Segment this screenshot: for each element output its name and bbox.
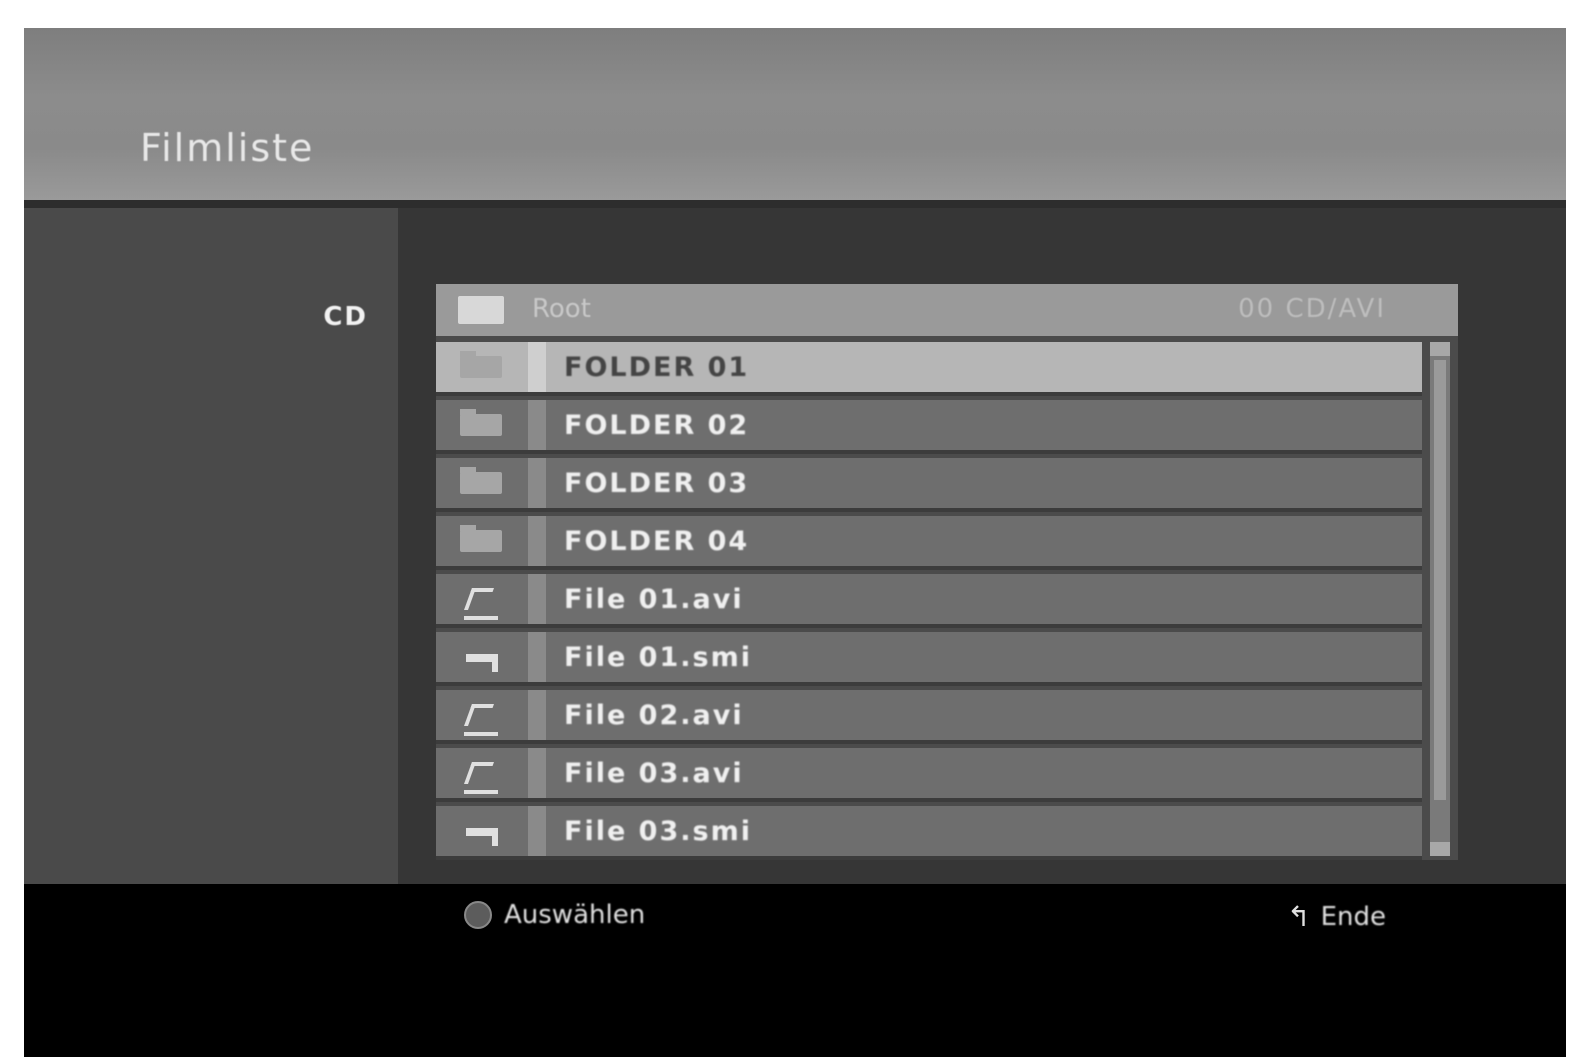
root-label: Root — [532, 294, 591, 324]
list-item[interactable]: File 03.smi — [436, 806, 1422, 860]
exit-hint: ↰ Ende — [1287, 900, 1386, 933]
item-name: File 03.avi — [564, 758, 744, 789]
item-name: FOLDER 03 — [564, 468, 750, 499]
item-name: File 02.avi — [564, 700, 744, 731]
scroll-thumb[interactable] — [1434, 360, 1446, 800]
folder-icon — [460, 409, 502, 436]
row-marker — [528, 400, 546, 450]
file-list-screen: Filmliste CD Root 00 CD/AVI FOLDER 01 FO… — [24, 28, 1566, 1057]
subtitle-file-icon — [466, 654, 498, 672]
return-icon: ↰ — [1287, 900, 1311, 933]
enter-button-icon — [464, 901, 492, 929]
movie-file-icon — [464, 760, 498, 794]
scroll-down-arrow[interactable] — [1430, 842, 1450, 856]
list-item[interactable]: File 03.avi — [436, 748, 1422, 802]
footer-hints: Auswählen ↰ Ende — [24, 884, 1566, 1057]
row-marker — [528, 516, 546, 566]
list-header-root[interactable]: Root 00 CD/AVI — [436, 284, 1458, 336]
row-marker — [528, 748, 546, 798]
list-item[interactable]: File 01.smi — [436, 632, 1422, 686]
item-name: File 01.avi — [564, 584, 744, 615]
list-item[interactable]: FOLDER 01 — [436, 342, 1422, 396]
row-marker — [528, 806, 546, 856]
list-item[interactable]: File 01.avi — [436, 574, 1422, 628]
select-hint-label: Auswählen — [504, 900, 646, 930]
item-name: FOLDER 02 — [564, 410, 750, 441]
header-divider — [24, 200, 1566, 208]
item-name: FOLDER 04 — [564, 526, 750, 557]
folder-icon — [460, 351, 502, 378]
row-marker — [528, 632, 546, 682]
list-item[interactable]: FOLDER 04 — [436, 516, 1422, 570]
subtitle-file-icon — [466, 828, 498, 846]
root-folder-icon — [458, 296, 504, 324]
folder-icon — [460, 525, 502, 552]
movie-file-icon — [464, 586, 498, 620]
disc-info: 00 CD/AVI — [1238, 294, 1386, 324]
list-scrollbar[interactable] — [1430, 342, 1450, 856]
row-marker — [528, 458, 546, 508]
sidebar: CD — [24, 208, 398, 884]
page-title: Filmliste — [140, 126, 315, 170]
list-item[interactable]: FOLDER 02 — [436, 400, 1422, 454]
row-marker — [528, 342, 546, 392]
source-label: CD — [323, 302, 368, 332]
movie-file-icon — [464, 702, 498, 736]
list-item[interactable]: FOLDER 03 — [436, 458, 1422, 512]
list-item[interactable]: File 02.avi — [436, 690, 1422, 744]
title-bar: Filmliste — [24, 28, 1566, 200]
row-marker — [528, 574, 546, 624]
scroll-up-arrow[interactable] — [1430, 342, 1450, 356]
item-name: FOLDER 01 — [564, 352, 750, 383]
item-name: File 03.smi — [564, 816, 752, 847]
select-hint: Auswählen — [464, 900, 645, 930]
folder-icon — [460, 467, 502, 494]
item-name: File 01.smi — [564, 642, 752, 673]
file-list: Root 00 CD/AVI FOLDER 01 FOLDER 02 FOLDE… — [436, 284, 1458, 860]
exit-hint-label: Ende — [1320, 901, 1386, 932]
row-marker — [528, 690, 546, 740]
